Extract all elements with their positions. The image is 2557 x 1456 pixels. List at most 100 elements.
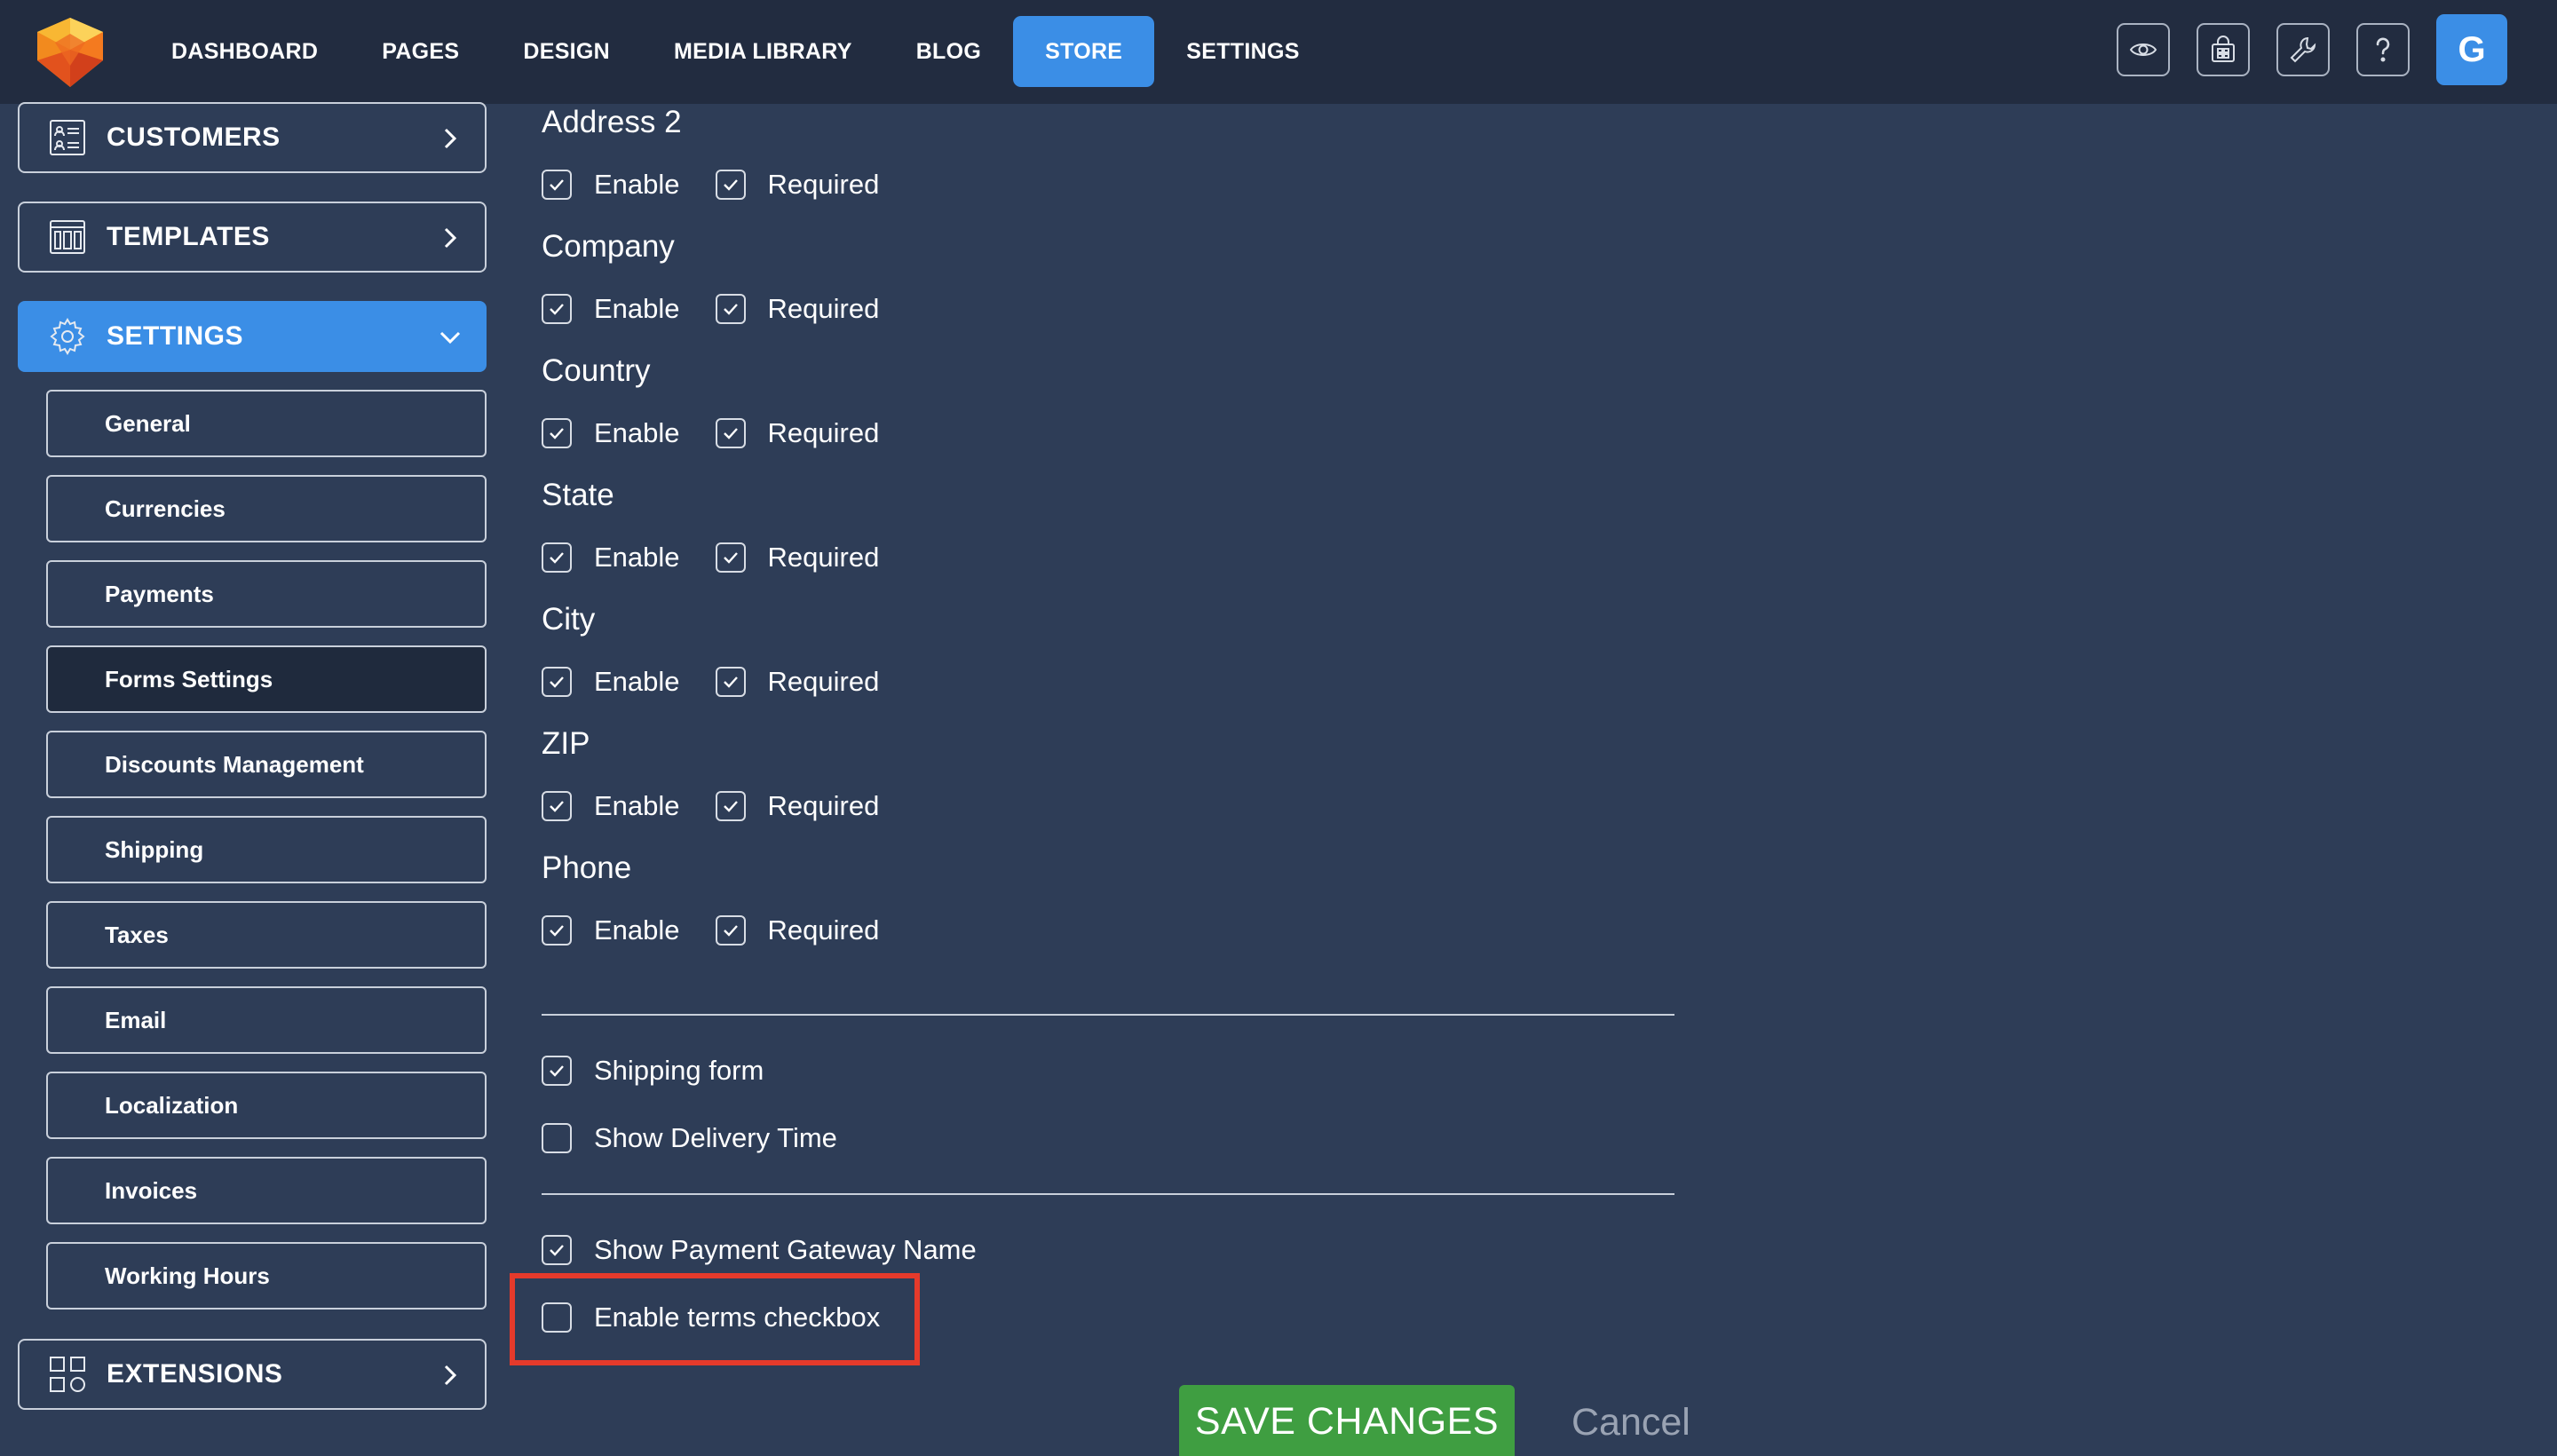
checkmark-icon xyxy=(723,677,738,688)
highlight-box xyxy=(510,1273,920,1365)
sidebar-item-extensions[interactable]: EXTENSIONS xyxy=(18,1339,487,1410)
enable-label: Enable xyxy=(594,417,680,448)
zip-required-checkbox[interactable] xyxy=(715,791,746,821)
zip-enable-checkbox[interactable] xyxy=(542,791,572,821)
cancel-button[interactable]: Cancel xyxy=(1571,1396,1690,1449)
enable-label: Enable xyxy=(594,914,680,946)
settings-item-working-hours[interactable]: Working Hours xyxy=(46,1242,487,1310)
required-label: Required xyxy=(767,293,880,324)
nav-design[interactable]: DESIGN xyxy=(507,16,626,87)
chevron-down-icon xyxy=(439,331,461,344)
address-2-required-checkbox[interactable] xyxy=(715,170,746,200)
checkmark-icon xyxy=(550,925,564,937)
checkmark-icon xyxy=(550,1245,564,1256)
state-required-checkbox[interactable] xyxy=(715,542,746,573)
nav-media-library[interactable]: MEDIA LIBRARY xyxy=(658,16,868,87)
checkmark-icon xyxy=(550,1065,564,1077)
country-required-checkbox[interactable] xyxy=(715,418,746,448)
checkmark-icon xyxy=(723,925,738,937)
option-show-payment-gateway-name: Show Payment Gateway Name xyxy=(542,1232,977,1268)
templates-layout-icon xyxy=(50,220,85,254)
checkmark-icon xyxy=(550,428,564,439)
phone-enable-checkbox[interactable] xyxy=(542,915,572,946)
field-title-phone: Phone xyxy=(542,851,632,885)
settings-item-localization[interactable]: Localization xyxy=(46,1072,487,1139)
checkmark-icon xyxy=(550,179,564,191)
phone-required-checkbox[interactable] xyxy=(715,915,746,946)
store-button[interactable] xyxy=(2197,23,2250,76)
field-title-city: City xyxy=(542,602,596,637)
nav-store[interactable]: STORE xyxy=(1013,16,1155,87)
store-bag-icon xyxy=(2212,36,2235,62)
sidebar-item-label: CUSTOMERS xyxy=(107,123,281,152)
section-divider xyxy=(542,1014,1674,1016)
checkmark-icon xyxy=(723,801,738,812)
gear-icon xyxy=(50,318,85,355)
nav-settings[interactable]: SETTINGS xyxy=(1170,16,1315,87)
tools-button[interactable] xyxy=(2276,23,2330,76)
settings-item-invoices[interactable]: Invoices xyxy=(46,1157,487,1224)
top-actions: G xyxy=(2090,14,2507,85)
enable-label: Enable xyxy=(594,666,680,697)
field-row-state: Enable Required xyxy=(542,540,879,575)
nav-pages[interactable]: PAGES xyxy=(366,16,475,87)
required-label: Required xyxy=(767,914,880,946)
settings-item-general[interactable]: General xyxy=(46,390,487,457)
settings-item-discounts-management[interactable]: Discounts Management xyxy=(46,731,487,798)
address-2-enable-checkbox[interactable] xyxy=(542,170,572,200)
chevron-right-icon xyxy=(444,1365,457,1386)
wrench-icon xyxy=(2290,36,2316,63)
settings-item-payments[interactable]: Payments xyxy=(46,560,487,628)
city-required-checkbox[interactable] xyxy=(715,667,746,697)
save-changes-button[interactable]: SAVE CHANGES xyxy=(1179,1385,1515,1456)
settings-item-email[interactable]: Email xyxy=(46,986,487,1054)
shipping-form-checkbox[interactable] xyxy=(542,1056,572,1086)
checkmark-icon xyxy=(550,677,564,688)
field-title-address-2: Address 2 xyxy=(542,105,682,139)
option-show-delivery-time: Show Delivery Time xyxy=(542,1120,837,1156)
user-avatar[interactable]: G xyxy=(2436,14,2507,85)
field-title-zip: ZIP xyxy=(542,726,590,761)
nav-dashboard[interactable]: DASHBOARD xyxy=(155,16,334,87)
field-row-phone: Enable Required xyxy=(542,913,879,948)
sidebar-item-label: TEMPLATES xyxy=(107,222,270,251)
checkmark-icon xyxy=(723,552,738,564)
sidebar-item-customers[interactable]: CUSTOMERS xyxy=(18,102,487,173)
show-delivery-time-checkbox[interactable] xyxy=(542,1123,572,1153)
enable-label: Enable xyxy=(594,790,680,821)
country-enable-checkbox[interactable] xyxy=(542,418,572,448)
chevron-right-icon xyxy=(444,227,457,249)
customers-card-icon xyxy=(50,120,85,155)
checkmark-icon xyxy=(550,801,564,812)
state-enable-checkbox[interactable] xyxy=(542,542,572,573)
preview-button[interactable] xyxy=(2117,23,2170,76)
company-enable-checkbox[interactable] xyxy=(542,294,572,324)
help-button[interactable] xyxy=(2356,23,2410,76)
show-delivery-time-label: Show Delivery Time xyxy=(594,1122,837,1153)
field-row-city: Enable Required xyxy=(542,664,879,700)
city-enable-checkbox[interactable] xyxy=(542,667,572,697)
extensions-grid-icon xyxy=(50,1357,85,1392)
settings-item-taxes[interactable]: Taxes xyxy=(46,901,487,969)
field-row-company: Enable Required xyxy=(542,291,879,327)
sidebar-item-settings[interactable]: SETTINGS xyxy=(18,301,487,372)
required-label: Required xyxy=(767,417,880,448)
main-nav: DASHBOARD PAGES DESIGN MEDIA LIBRARY BLO… xyxy=(155,16,1316,87)
brand-logo-icon[interactable] xyxy=(32,14,108,91)
field-row-address-2: Enable Required xyxy=(542,167,879,202)
show-payment-gateway-name-label: Show Payment Gateway Name xyxy=(594,1234,977,1265)
sidebar-item-label: SETTINGS xyxy=(107,321,244,351)
company-required-checkbox[interactable] xyxy=(715,294,746,324)
sidebar-item-label: EXTENSIONS xyxy=(107,1359,283,1389)
sidebar-item-templates[interactable]: TEMPLATES xyxy=(18,202,487,273)
settings-item-shipping[interactable]: Shipping xyxy=(46,816,487,883)
settings-item-forms-settings[interactable]: Forms Settings xyxy=(46,645,487,713)
chevron-right-icon xyxy=(444,128,457,149)
nav-blog[interactable]: BLOG xyxy=(900,16,997,87)
field-title-state: State xyxy=(542,478,614,512)
show-payment-gateway-name-checkbox[interactable] xyxy=(542,1235,572,1265)
settings-item-currencies[interactable]: Currencies xyxy=(46,475,487,542)
field-title-country: Country xyxy=(542,353,651,388)
checkmark-icon xyxy=(723,179,738,191)
field-row-zip: Enable Required xyxy=(542,788,879,824)
